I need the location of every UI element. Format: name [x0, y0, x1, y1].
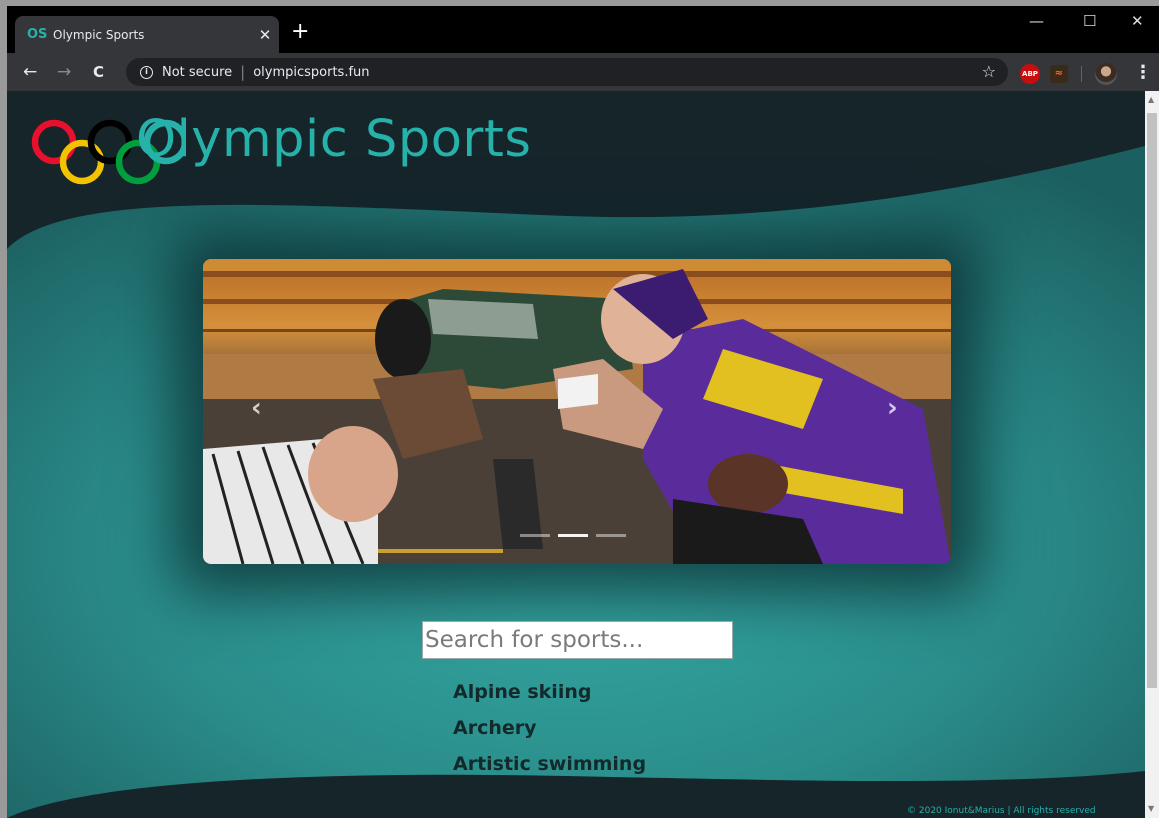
- url-text[interactable]: olympicsports.fun: [253, 65, 369, 80]
- minimize-icon[interactable]: —: [1029, 12, 1044, 30]
- tab-title: Olympic Sports: [53, 27, 145, 42]
- carousel-next-icon[interactable]: ›: [887, 393, 898, 423]
- footer-copyright: © 2020 Ionut&Marius | All rights reserve…: [907, 806, 1096, 816]
- security-status: Not secure: [162, 64, 233, 80]
- site-title-text: Olympic Sports: [136, 110, 532, 169]
- site-title: Olympic Sports: [136, 110, 531, 169]
- carousel-indicator-0[interactable]: [520, 534, 550, 537]
- forward-icon[interactable]: →: [57, 62, 71, 82]
- extension-icon[interactable]: ≈: [1050, 65, 1068, 83]
- sport-item-artistic-swimming[interactable]: Artistic swimming: [453, 746, 646, 782]
- page-scrollbar[interactable]: ▲ ▼: [1145, 91, 1159, 818]
- carousel-indicator-2[interactable]: [596, 534, 626, 537]
- maximize-icon[interactable]: ☐: [1083, 12, 1096, 30]
- sport-item-alpine-skiing[interactable]: Alpine skiing: [453, 674, 646, 710]
- browser-window: OS Olympic Sports ✕ + — ☐ ✕ ← → C i Not …: [7, 6, 1159, 818]
- tab-olympic-sports[interactable]: OS Olympic Sports ✕: [15, 16, 279, 53]
- page-viewport: Olympic Sports ‹ › Search for sports... …: [7, 91, 1145, 818]
- bookmark-star-icon[interactable]: ☆: [982, 62, 996, 81]
- favicon-icon: OS: [27, 27, 48, 42]
- scroll-up-icon[interactable]: ▲: [1148, 95, 1154, 104]
- carousel-indicators: [520, 534, 626, 537]
- new-tab-icon[interactable]: +: [291, 21, 309, 43]
- scroll-down-icon[interactable]: ▼: [1148, 804, 1154, 813]
- tab-close-icon[interactable]: ✕: [251, 26, 279, 44]
- toolbar-divider: [1081, 66, 1082, 82]
- image-carousel[interactable]: ‹ ›: [203, 259, 951, 564]
- sport-list: Alpine skiing Archery Artistic swimming: [453, 674, 646, 782]
- carousel-prev-icon[interactable]: ‹: [251, 393, 262, 423]
- sport-item-archery[interactable]: Archery: [453, 710, 646, 746]
- omnibox-separator: |: [240, 63, 246, 81]
- carousel-slide-image: [203, 259, 951, 564]
- info-icon[interactable]: i: [140, 65, 153, 79]
- search-input[interactable]: [422, 621, 733, 659]
- profile-avatar[interactable]: [1095, 63, 1117, 85]
- menu-icon[interactable]: ⋮: [1134, 62, 1152, 83]
- scroll-thumb[interactable]: [1147, 113, 1157, 688]
- window-close-icon[interactable]: ✕: [1131, 12, 1144, 30]
- tab-strip: OS Olympic Sports ✕ + — ☐ ✕: [7, 6, 1159, 53]
- back-icon[interactable]: ←: [23, 62, 37, 82]
- carousel-indicator-1[interactable]: [558, 534, 588, 537]
- browser-toolbar: ← → C i Not secure | olympicsports.fun ☆: [7, 53, 1159, 91]
- reload-icon[interactable]: C: [93, 62, 104, 82]
- address-bar[interactable]: i Not secure | olympicsports.fun ☆: [126, 58, 1008, 86]
- adblock-icon[interactable]: ABP: [1020, 64, 1040, 84]
